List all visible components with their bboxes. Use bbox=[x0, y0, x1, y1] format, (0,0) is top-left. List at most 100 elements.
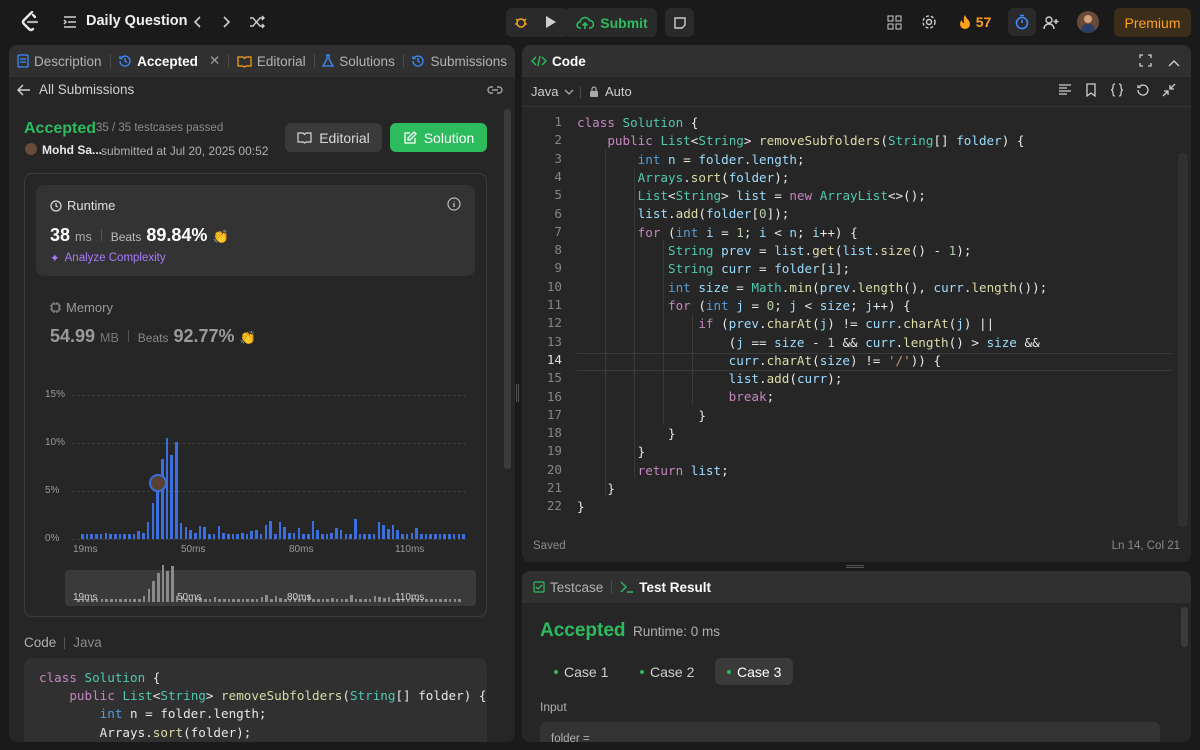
chart-bar[interactable] bbox=[396, 530, 399, 539]
chart-bar[interactable] bbox=[330, 533, 334, 539]
debug-icon[interactable] bbox=[510, 12, 532, 32]
horizontal-resize-handle[interactable] bbox=[846, 565, 864, 568]
chart-bar[interactable] bbox=[132, 534, 136, 539]
chart-bar[interactable] bbox=[325, 534, 329, 539]
chart-bar[interactable] bbox=[142, 533, 145, 539]
editorial-button[interactable]: Editorial bbox=[285, 123, 382, 152]
fullscreen-exit-icon[interactable] bbox=[1162, 83, 1176, 97]
case-tab-2[interactable]: Case 2 bbox=[628, 658, 706, 685]
chart-bar[interactable] bbox=[90, 534, 93, 539]
chart-bar[interactable] bbox=[128, 534, 131, 539]
chart-bar[interactable] bbox=[113, 534, 117, 539]
run-icon[interactable] bbox=[540, 12, 562, 32]
chart-bar[interactable] bbox=[424, 534, 428, 539]
bookmark-icon[interactable] bbox=[1084, 83, 1098, 97]
chart-bar[interactable] bbox=[85, 534, 89, 539]
chart-bar[interactable] bbox=[410, 533, 414, 539]
chart-bar[interactable] bbox=[274, 534, 277, 539]
daily-question-title[interactable]: Daily Question bbox=[86, 13, 188, 29]
chart-bar[interactable] bbox=[344, 534, 348, 539]
chart-bar[interactable] bbox=[123, 534, 126, 539]
chart-bar[interactable] bbox=[363, 534, 367, 539]
chart-bar[interactable] bbox=[179, 522, 183, 539]
chart-bar[interactable] bbox=[349, 534, 352, 539]
chart-bar[interactable] bbox=[222, 533, 225, 539]
tab-code[interactable]: Code bbox=[522, 45, 594, 77]
vertical-resize-handle[interactable] bbox=[516, 384, 519, 402]
notes-button[interactable] bbox=[665, 8, 694, 37]
maximize-icon[interactable] bbox=[1139, 54, 1152, 70]
test-panel-scrollbar[interactable] bbox=[1181, 607, 1188, 647]
submitted-code-block[interactable]: class Solution { public List<String> rem… bbox=[24, 658, 487, 742]
next-problem-icon[interactable] bbox=[218, 12, 236, 32]
all-submissions-link[interactable]: All Submissions bbox=[17, 82, 134, 97]
submit-button[interactable]: Submit bbox=[567, 8, 657, 37]
chart-range-selector[interactable]: 19ms 50ms 80ms 110ms bbox=[65, 564, 476, 606]
chart-bar[interactable] bbox=[386, 529, 390, 539]
chart-bar[interactable] bbox=[104, 533, 108, 539]
leetcode-logo[interactable] bbox=[20, 11, 40, 33]
collapse-icon[interactable] bbox=[1168, 55, 1180, 70]
chart-bar[interactable] bbox=[203, 527, 206, 539]
chart-bar[interactable] bbox=[212, 534, 216, 539]
tab-testcase[interactable]: Testcase bbox=[522, 571, 611, 603]
chart-bar[interactable] bbox=[250, 531, 254, 539]
braces-icon[interactable] bbox=[1110, 83, 1124, 97]
chart-bar[interactable] bbox=[189, 530, 192, 539]
tab-accepted[interactable]: Accepted ✕ bbox=[110, 45, 228, 77]
chart-bar[interactable] bbox=[462, 534, 465, 539]
submitter-name[interactable]: Mohd Sa... bbox=[42, 143, 102, 157]
chart-bar[interactable] bbox=[335, 528, 338, 539]
chart-bar[interactable] bbox=[241, 533, 244, 539]
runtime-card[interactable]: Runtime 38 ms Beats 89.84% 👏 ✦ Analyze C… bbox=[36, 185, 475, 276]
chart-bar[interactable] bbox=[401, 534, 404, 539]
chart-bar[interactable] bbox=[217, 525, 221, 539]
chart-bar[interactable] bbox=[184, 526, 188, 539]
chart-bar[interactable] bbox=[452, 534, 456, 539]
chart-bar[interactable] bbox=[165, 438, 169, 539]
chart-bar[interactable] bbox=[457, 534, 461, 539]
chart-bar[interactable] bbox=[99, 534, 103, 539]
problem-list-icon[interactable] bbox=[60, 12, 80, 32]
case-tab-3[interactable]: Case 3 bbox=[715, 658, 794, 685]
chart-bar[interactable] bbox=[161, 459, 164, 539]
prev-problem-icon[interactable] bbox=[188, 12, 206, 32]
chart-bar[interactable] bbox=[302, 534, 305, 539]
chart-bar[interactable] bbox=[297, 528, 301, 539]
editor-scrollbar[interactable] bbox=[1178, 153, 1188, 527]
chart-bar[interactable] bbox=[448, 534, 451, 539]
chart-bar[interactable] bbox=[443, 534, 447, 539]
chart-bar[interactable] bbox=[146, 521, 150, 539]
your-submission-marker[interactable] bbox=[148, 474, 167, 493]
analyze-complexity-link[interactable]: ✦ Analyze Complexity bbox=[50, 251, 166, 265]
code-editor[interactable]: 1 2 3 4 5 6 7 8 9 10 11 12 13 14 15 16 17 18 19 20 21 22 clas… bbox=[522, 114, 1191, 519]
chart-bar[interactable] bbox=[269, 520, 272, 539]
chart-bar[interactable] bbox=[226, 534, 230, 539]
chart-bar[interactable] bbox=[339, 530, 343, 539]
case-tab-1[interactable]: Case 1 bbox=[542, 658, 620, 685]
reset-icon[interactable] bbox=[1136, 83, 1150, 97]
streak-counter[interactable]: 57 bbox=[954, 12, 996, 32]
chart-bar[interactable] bbox=[306, 534, 310, 539]
chart-bar[interactable] bbox=[264, 524, 268, 539]
chart-bar[interactable] bbox=[368, 534, 371, 539]
chart-bar[interactable] bbox=[198, 525, 202, 539]
chart-bar[interactable] bbox=[81, 534, 84, 539]
chart-bar[interactable] bbox=[245, 534, 249, 539]
chart-bar[interactable] bbox=[358, 534, 362, 539]
tab-editorial[interactable]: Editorial bbox=[229, 45, 314, 77]
share-link-icon[interactable] bbox=[487, 84, 503, 99]
language-select[interactable]: Java bbox=[531, 84, 574, 99]
chart-bar[interactable] bbox=[170, 455, 174, 539]
avatar[interactable] bbox=[1077, 11, 1099, 33]
chart-bar[interactable] bbox=[372, 534, 376, 539]
runtime-distribution-chart[interactable]: 15% 10% 5% 0% 19ms 50ms 80ms 110ms bbox=[25, 374, 488, 555]
shuffle-icon[interactable] bbox=[247, 12, 267, 32]
tab-solutions[interactable]: Solutions bbox=[314, 45, 403, 77]
chart-bar[interactable] bbox=[175, 442, 178, 539]
chart-bar[interactable] bbox=[137, 531, 141, 539]
input-box[interactable]: folder = bbox=[540, 722, 1160, 742]
chart-bar[interactable] bbox=[259, 534, 263, 539]
chart-bar[interactable] bbox=[288, 533, 291, 539]
chart-bar[interactable] bbox=[321, 534, 324, 539]
